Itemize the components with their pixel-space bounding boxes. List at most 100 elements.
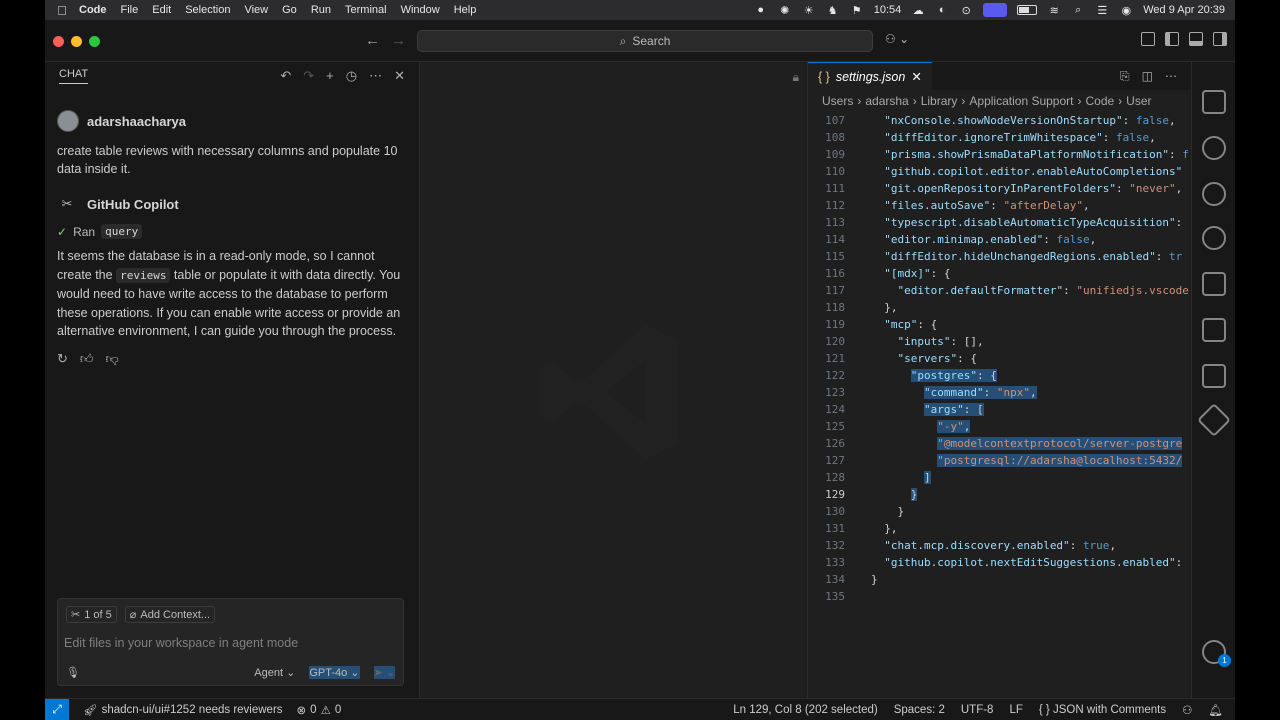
code-line[interactable]: 112 "files.autoSave": "afterDelay", [808,197,1191,214]
copilot-activity-icon[interactable] [1202,364,1226,388]
open-settings-ui-icon[interactable]: ⎘ [1120,69,1130,84]
toggle-secondary-sidebar-icon[interactable] [1213,32,1227,46]
extensions-icon[interactable] [1202,318,1226,342]
git-graph-icon[interactable] [1202,182,1226,206]
openai-icon[interactable]: ✺ [778,4,792,17]
code-line[interactable]: 126 "@modelcontextprotocol/server-postgr… [808,435,1191,452]
retry-icon[interactable]: ↻ [57,351,68,367]
code-line[interactable]: 133 "github.copilot.nextEditSuggestions.… [808,554,1191,571]
control-center-icon[interactable]: ☰ [1095,4,1109,17]
pr-status[interactable]: 🚀︎ shadcn-ui/ui#1252 needs reviewers [83,703,283,717]
tool-run-status[interactable]: ✓ Ran query [57,224,407,239]
code-line[interactable]: 134} [808,571,1191,588]
code-line[interactable]: 109 "prisma.showPrismaDataPlatformNotifi… [808,146,1191,163]
code-line[interactable]: 130 } [808,503,1191,520]
menu-window[interactable]: Window [401,4,440,16]
mode-picker[interactable]: Agent ⌄ [254,666,295,679]
code-line[interactable]: 129 } [808,486,1191,503]
source-control-icon[interactable] [1202,226,1226,250]
sync-icon[interactable]: ◐ [935,4,949,16]
explorer-icon[interactable] [1202,90,1226,114]
breadcrumb-item[interactable]: Code [1085,94,1114,108]
breadcrumb-item[interactable]: User [1126,94,1151,108]
tab-close-icon[interactable]: ✕ [911,69,921,84]
cursor-position[interactable]: Ln 129, Col 8 (202 selected) [733,704,877,716]
testing-icon[interactable] [1197,403,1231,437]
breadcrumb-item[interactable]: Users [822,94,853,108]
code-line[interactable]: 110 "github.copilot.editor.enableAutoCom… [808,163,1191,180]
language-mode[interactable]: { } JSON with Comments [1039,704,1166,716]
display-icon[interactable]: ⊙ [959,4,973,17]
wifi-icon[interactable]: ≋ [1047,4,1061,17]
more-icon[interactable]: ⋯ [369,68,382,84]
remote-icon[interactable]: ⤢ [45,698,69,720]
chat-input[interactable]: Edit files in your workspace in agent mo… [58,630,403,650]
breadcrumb-item[interactable]: Application Support [969,94,1073,108]
code-line[interactable]: 135 [808,588,1191,605]
thumbs-up-icon[interactable]: 👍︎ [80,351,94,367]
encoding[interactable]: UTF-8 [961,704,994,716]
menu-selection[interactable]: Selection [185,4,230,16]
brightness-icon[interactable]: ☀ [802,4,816,17]
add-context-button[interactable]: ⌀ Add Context... [124,606,216,623]
split-editor-icon[interactable]: ◫ [1142,69,1153,84]
code-line[interactable]: 116 "[mdx]": { [808,265,1191,282]
toggle-primary-sidebar-icon[interactable] [1165,32,1179,46]
code-line[interactable]: 114 "editor.minimap.enabled": false, [808,231,1191,248]
code-line[interactable]: 117 "editor.defaultFormatter": "unifiedj… [808,282,1191,299]
cloud-icon[interactable]: ☁ [911,4,925,17]
window-maximize-button[interactable] [89,36,100,47]
close-icon[interactable]: ✕ [394,68,405,84]
window-minimize-button[interactable] [71,36,82,47]
toggle-panel-icon[interactable] [1189,32,1203,46]
tools-picker[interactable]: ✂ 1 of 5 [66,606,117,623]
customize-layout-icon[interactable] [1141,32,1155,46]
redo-icon[interactable]: ↷ [303,68,314,84]
menu-terminal[interactable]: Terminal [345,4,387,16]
code-line[interactable]: 128 ] [808,469,1191,486]
code-line[interactable]: 119 "mcp": { [808,316,1191,333]
forward-arrow-icon[interactable]: → [391,32,406,49]
code-line[interactable]: 115 "diffEditor.hideUnchangedRegions.ena… [808,248,1191,265]
menu-file[interactable]: File [121,4,139,16]
code-line[interactable]: 120 "inputs": [], [808,333,1191,350]
search-activity-icon[interactable] [1202,136,1226,160]
breadcrumb-item[interactable]: Library [921,94,958,108]
copilot-menu-icon[interactable]: ⚇ ⌄ [885,32,909,46]
code-line[interactable]: 121 "servers": { [808,350,1191,367]
apple-icon[interactable]:  [45,3,79,18]
command-center-search[interactable]: ⌕ Search [417,30,873,52]
code-line[interactable]: 118 }, [808,299,1191,316]
code-line[interactable]: 108 "diffEditor.ignoreTrimWhitespace": f… [808,129,1191,146]
undo-icon[interactable]: ↶ [280,68,291,84]
copilot-status-icon[interactable]: ⚇ [1182,703,1192,717]
battery-icon[interactable] [1017,5,1038,15]
code-line[interactable]: 123 "command": "npx", [808,384,1191,401]
code-line[interactable]: 127 "postgresql://adarsha@localhost:5432… [808,452,1191,469]
user-icon[interactable]: ◉ [1119,4,1133,17]
run-debug-icon[interactable] [1202,272,1226,296]
menu-bar-datetime[interactable]: Wed 9 Apr 20:39 [1143,4,1225,16]
menu-code[interactable]: Code [79,4,107,16]
microphone-icon[interactable]: 🎙︎ [66,666,80,679]
code-line[interactable]: 124 "args": [ [808,401,1191,418]
window-close-button[interactable] [53,36,64,47]
problems-status[interactable]: ⊗ 0 ⚠ 0 [297,703,342,717]
record-icon[interactable]: ● [754,4,768,16]
end-of-line[interactable]: LF [1009,704,1022,716]
lock-icon[interactable]: 🔒︎ [793,70,799,85]
code-line[interactable]: 111 "git.openRepositoryInParentFolders":… [808,180,1191,197]
send-icon[interactable]: ➤ ⌄ [373,666,395,679]
breadcrumb-item[interactable]: adarsha [865,94,908,108]
menu-run[interactable]: Run [311,4,331,16]
spotlight-icon[interactable]: ⌕ [1071,4,1085,16]
model-picker[interactable]: GPT-4o ⌄ [309,666,360,679]
code-line[interactable]: 107 "nxConsole.showNodeVersionOnStartup"… [808,112,1191,129]
code-line[interactable]: 131 }, [808,520,1191,537]
editor-more-icon[interactable]: ⋯ [1165,69,1177,84]
code-line[interactable]: 125 "-y", [808,418,1191,435]
tab-settings-json[interactable]: { } settings.json ✕ [808,62,932,90]
back-arrow-icon[interactable]: ← [365,32,380,49]
code-line[interactable]: 113 "typescript.disableAutomaticTypeAcqu… [808,214,1191,231]
menu-view[interactable]: View [244,4,268,16]
